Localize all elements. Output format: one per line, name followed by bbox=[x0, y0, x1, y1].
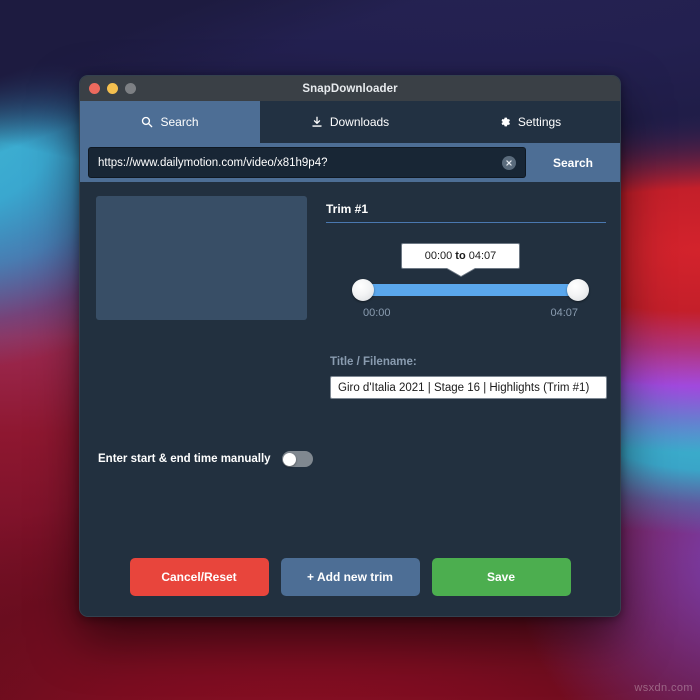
filename-input[interactable]: Giro d'Italia 2021 | Stage 16 | Highligh… bbox=[330, 376, 607, 399]
slider-start-label: 00:00 bbox=[363, 307, 391, 319]
tab-bar: Search Downloads Settings bbox=[80, 101, 620, 143]
video-thumbnail bbox=[96, 196, 307, 320]
window-titlebar: SnapDownloader bbox=[80, 76, 620, 101]
tab-settings-label: Settings bbox=[517, 115, 562, 129]
trim-range-slider[interactable] bbox=[352, 279, 589, 301]
slider-endpoint-labels: 00:00 04:07 bbox=[363, 307, 578, 319]
watermark: wsxdn.com bbox=[634, 682, 693, 694]
tooltip-joiner: to bbox=[455, 250, 466, 262]
tab-search-label: Search bbox=[160, 115, 199, 129]
traffic-light-group bbox=[89, 76, 136, 101]
search-icon bbox=[141, 116, 153, 128]
window-title: SnapDownloader bbox=[302, 82, 398, 95]
footer-button-row: Cancel/Reset + Add new trim Save bbox=[80, 558, 620, 596]
url-search-row: https://www.dailymotion.com/video/x81h9p… bbox=[80, 143, 620, 182]
trim-panel: Trim #1 00:00 to 04:07 00:00 04:07 Title… bbox=[326, 182, 607, 616]
desktop-background: SnapDownloader Search Downloads Settings… bbox=[0, 0, 700, 700]
trim-divider bbox=[326, 222, 606, 223]
app-window: SnapDownloader Search Downloads Settings… bbox=[79, 75, 621, 617]
manual-time-row: Enter start & end time manually bbox=[98, 451, 313, 467]
manual-time-label: Enter start & end time manually bbox=[98, 453, 271, 465]
trim-range-tooltip-text: 00:00 to 04:07 bbox=[425, 250, 497, 262]
add-new-trim-button[interactable]: + Add new trim bbox=[280, 558, 420, 596]
clear-circle-icon[interactable] bbox=[502, 155, 516, 170]
close-button-icon[interactable] bbox=[89, 83, 100, 94]
download-icon bbox=[311, 116, 323, 128]
trim-heading: Trim #1 bbox=[326, 202, 369, 216]
search-button[interactable]: Search bbox=[526, 143, 620, 182]
slider-handle-start[interactable] bbox=[352, 279, 374, 301]
slider-handle-end[interactable] bbox=[567, 279, 589, 301]
gear-icon bbox=[499, 116, 511, 128]
url-input[interactable]: https://www.dailymotion.com/video/x81h9p… bbox=[88, 147, 526, 178]
toggle-knob bbox=[283, 452, 297, 466]
tab-search[interactable]: Search bbox=[80, 101, 260, 143]
manual-time-toggle[interactable] bbox=[281, 451, 313, 467]
cancel-reset-button[interactable]: Cancel/Reset bbox=[129, 558, 269, 596]
app-body: Enter start & end time manually Trim #1 … bbox=[80, 182, 620, 616]
tab-downloads-label: Downloads bbox=[329, 115, 390, 129]
save-button[interactable]: Save bbox=[431, 558, 571, 596]
slider-track[interactable] bbox=[363, 284, 578, 296]
minimize-button-icon[interactable] bbox=[107, 83, 118, 94]
trim-range-tooltip: 00:00 to 04:07 bbox=[401, 243, 520, 276]
slider-end-label: 04:07 bbox=[550, 307, 578, 319]
filename-input-value: Giro d'Italia 2021 | Stage 16 | Highligh… bbox=[338, 381, 590, 394]
filename-label: Title / Filename: bbox=[330, 356, 417, 368]
tooltip-start-time: 00:00 bbox=[424, 250, 453, 262]
tab-settings[interactable]: Settings bbox=[440, 101, 620, 143]
tooltip-end-time: 04:07 bbox=[468, 250, 497, 262]
tooltip-tail bbox=[446, 268, 475, 276]
url-input-value: https://www.dailymotion.com/video/x81h9p… bbox=[98, 156, 328, 169]
tab-downloads[interactable]: Downloads bbox=[260, 101, 440, 143]
zoom-button-icon[interactable] bbox=[125, 83, 136, 94]
